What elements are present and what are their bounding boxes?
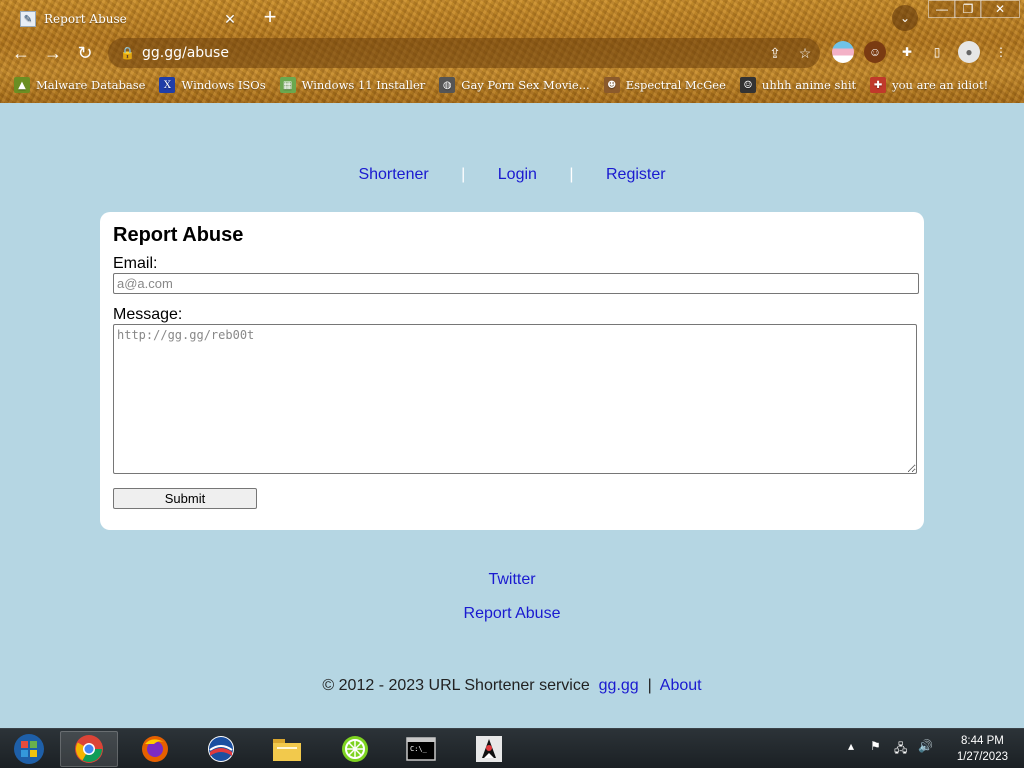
taskbar-firefox[interactable]: [126, 731, 184, 767]
clock-time: 8:44 PM: [961, 735, 1004, 747]
tab-title: Report Abuse: [44, 12, 127, 26]
nav-shortener-link[interactable]: Shortener: [358, 166, 428, 183]
lime-app-icon: [342, 736, 368, 762]
trans-flag-extension-icon[interactable]: [832, 41, 854, 63]
action-center-flag-icon[interactable]: ⚑: [870, 739, 881, 753]
avatar-extension-icon[interactable]: ☺: [864, 41, 886, 63]
character-icon: ☻: [603, 77, 620, 93]
minimize-icon[interactable]: —: [928, 0, 956, 18]
footer-report-row: Report Abuse: [0, 605, 1024, 623]
network-icon[interactable]: 🖧: [894, 739, 907, 760]
terminal-icon: C:\_: [406, 737, 436, 761]
close-tab-icon[interactable]: ✕: [222, 11, 238, 28]
about-link[interactable]: About: [660, 677, 702, 694]
forward-icon[interactable]: →: [40, 40, 66, 66]
reload-icon[interactable]: ↻: [72, 40, 98, 66]
page-title: Report Abuse: [113, 224, 244, 246]
lock-icon[interactable]: 🔒: [120, 46, 135, 60]
side-panel-icon[interactable]: ▯: [926, 41, 948, 63]
page-favicon-icon: ✎: [20, 11, 36, 27]
taskbar-campaign-app[interactable]: [192, 731, 250, 767]
site-link[interactable]: gg.gg: [599, 677, 639, 694]
start-orb-icon: [14, 734, 44, 764]
taskbar-chrome[interactable]: [60, 731, 118, 767]
bookmark-item[interactable]: ◍ Gay Porn Sex Movie...: [439, 77, 590, 93]
address-url[interactable]: gg.gg/abuse: [142, 45, 760, 61]
malware-icon: ▲: [14, 77, 30, 93]
new-tab-button[interactable]: +: [258, 6, 282, 30]
message-label: Message:: [113, 306, 183, 323]
close-window-icon[interactable]: ✕: [980, 0, 1020, 18]
profile-avatar-icon[interactable]: ●: [958, 41, 980, 63]
bookmark-label: uhhh anime shit: [761, 78, 857, 92]
bookmark-item[interactable]: X Windows ISOs: [159, 77, 266, 93]
footer-twitter-row: Twitter: [0, 571, 1024, 589]
start-button[interactable]: [0, 731, 58, 767]
bookmark-star-icon[interactable]: ☆: [790, 45, 820, 62]
report-abuse-card: Report Abuse Email: Message: Submit: [100, 212, 924, 530]
globe-icon: ◍: [439, 77, 456, 93]
taskbar-java-app[interactable]: [460, 731, 518, 767]
nav-separator: |: [569, 166, 574, 183]
bookmark-label: Gay Porn Sex Movie...: [461, 78, 590, 92]
show-hidden-icons-icon[interactable]: ▴: [848, 739, 854, 753]
taskbar: C:\_ ▴ ⚑ 🖧 🔊 8:44 PM 1/27/2023: [0, 728, 1024, 768]
share-icon[interactable]: ⇪: [760, 45, 790, 62]
twitter-link[interactable]: Twitter: [488, 571, 535, 588]
report-abuse-link[interactable]: Report Abuse: [464, 605, 561, 622]
x-icon: X: [159, 77, 176, 93]
java-duke-icon: [476, 736, 502, 762]
message-textarea[interactable]: [113, 324, 917, 474]
bookmark-item[interactable]: ▦ Windows 11 Installer: [279, 77, 426, 93]
nav-register-link[interactable]: Register: [606, 166, 666, 183]
tab-search-icon[interactable]: ⌄: [892, 5, 918, 31]
taskbar-file-explorer[interactable]: [258, 731, 316, 767]
footer-separator: |: [647, 677, 652, 694]
bookmark-item[interactable]: ▲ Malware Database: [14, 77, 145, 93]
browser-chrome: ✎ Report Abuse ✕ + ⌄ — ❐ ✕ ← → ↻ 🔒 gg.gg…: [0, 0, 1024, 103]
copyright-text: © 2012 - 2023 URL Shortener service: [322, 677, 590, 694]
bookmark-label: Malware Database: [36, 78, 146, 92]
email-label: Email:: [113, 255, 158, 272]
taskbar-app-green[interactable]: [326, 731, 384, 767]
bookmark-item[interactable]: ✚ you are an idiot!: [870, 77, 988, 93]
nav-login-link[interactable]: Login: [498, 166, 537, 183]
anime-icon: ☺: [739, 77, 756, 93]
flag-icon: ✚: [870, 77, 887, 93]
address-bar[interactable]: 🔒 gg.gg/abuse ⇪ ☆: [108, 38, 820, 68]
obama-logo-icon: [208, 736, 234, 762]
bookmarks-bar: ▲ Malware Database X Windows ISOs ▦ Wind…: [0, 74, 1024, 96]
system-clock[interactable]: 8:44 PM 1/27/2023: [957, 733, 1008, 765]
chrome-icon: [75, 735, 103, 763]
copyright-line: © 2012 - 2023 URL Shortener service gg.g…: [0, 677, 1024, 695]
folder-icon: [273, 739, 301, 761]
clock-date: 1/27/2023: [956, 751, 1008, 763]
bookmark-label: Windows 11 Installer: [301, 78, 426, 92]
email-field[interactable]: [113, 273, 919, 294]
submit-button[interactable]: Submit: [113, 488, 257, 509]
extensions-puzzle-icon[interactable]: ✚: [896, 41, 918, 63]
bookmark-label: Espectral McGee: [625, 78, 726, 92]
bookmark-item[interactable]: ☻ Espectral McGee: [603, 77, 726, 93]
firefox-icon: [142, 736, 168, 762]
bookmark-label: Windows ISOs: [181, 78, 266, 92]
svg-text:C:\_: C:\_: [410, 745, 428, 753]
menu-kebab-icon[interactable]: ⋮: [990, 41, 1012, 63]
top-nav: Shortener | Login | Register: [0, 166, 1024, 184]
bookmark-label: you are an idiot!: [892, 78, 989, 92]
taskbar-command-prompt[interactable]: C:\_: [392, 731, 450, 767]
installer-icon: ▦: [279, 77, 296, 93]
volume-icon[interactable]: 🔊: [918, 739, 933, 753]
restore-icon[interactable]: ❐: [954, 0, 982, 18]
back-icon[interactable]: ←: [8, 40, 34, 66]
nav-separator: |: [461, 166, 466, 183]
browser-tab[interactable]: ✎ Report Abuse ✕: [8, 4, 246, 34]
bookmark-item[interactable]: ☺ uhhh anime shit: [739, 77, 857, 93]
